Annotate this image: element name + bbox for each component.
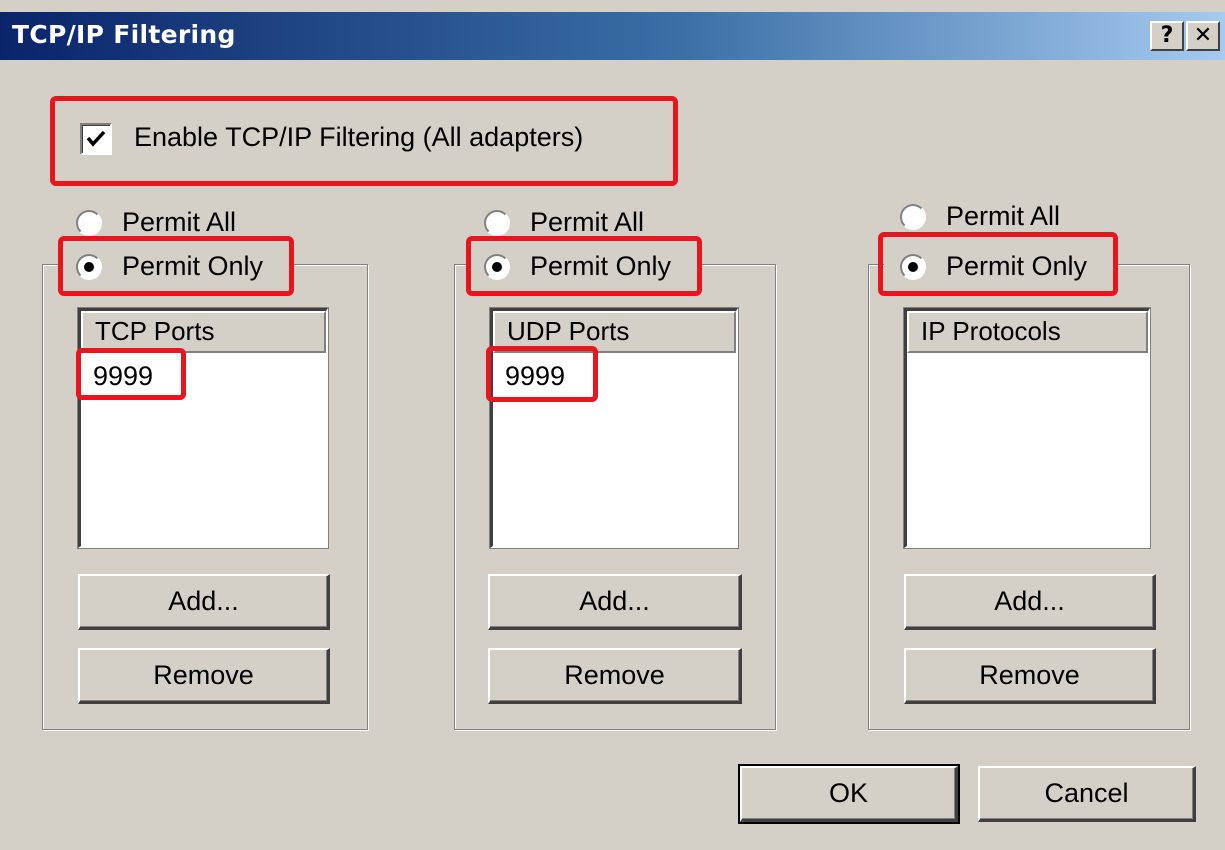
highlight-ip-permit-only [878, 232, 1118, 296]
ip-remove-button[interactable]: Remove [904, 648, 1156, 704]
window-title: TCP/IP Filtering [12, 20, 236, 49]
tcp-permit-all-radio[interactable] [76, 210, 102, 236]
udp-permit-all-radio[interactable] [484, 210, 510, 236]
tcp-ip-filtering-dialog: TCP/IP Filtering ? ✕ Enable TCP/IP Filte… [0, 0, 1225, 850]
ip-protocols-list[interactable]: IP Protocols [904, 308, 1150, 548]
tcp-add-button[interactable]: Add... [78, 574, 330, 630]
highlight-udp-permit-only [466, 236, 702, 296]
ok-button[interactable]: OK [738, 764, 960, 824]
cancel-button[interactable]: Cancel [978, 766, 1196, 822]
help-button[interactable]: ? [1150, 21, 1184, 51]
ip-add-button[interactable]: Add... [904, 574, 1156, 630]
udp-ports-list[interactable]: UDP Ports 9999 [490, 308, 738, 548]
highlight-tcp-port [76, 348, 186, 400]
udp-remove-button[interactable]: Remove [488, 648, 742, 704]
tcp-remove-button[interactable]: Remove [78, 648, 330, 704]
udp-add-button[interactable]: Add... [488, 574, 742, 630]
udp-permit-all-label[interactable]: Permit All [530, 207, 644, 238]
ip-permit-all-radio[interactable] [900, 204, 926, 230]
tcp-ports-list[interactable]: TCP Ports 9999 [78, 308, 328, 548]
ip-permit-all-label[interactable]: Permit All [946, 201, 1060, 232]
highlight-udp-port [486, 346, 598, 402]
highlight-tcp-permit-only [58, 236, 294, 296]
highlight-enable-filtering [50, 96, 678, 186]
title-bar[interactable]: TCP/IP Filtering ? ✕ [0, 12, 1225, 60]
tcp-permit-all-label[interactable]: Permit All [122, 207, 236, 238]
close-button[interactable]: ✕ [1186, 21, 1220, 51]
tcp-ports-header[interactable]: TCP Ports [81, 311, 326, 353]
ip-protocols-header[interactable]: IP Protocols [907, 311, 1148, 353]
